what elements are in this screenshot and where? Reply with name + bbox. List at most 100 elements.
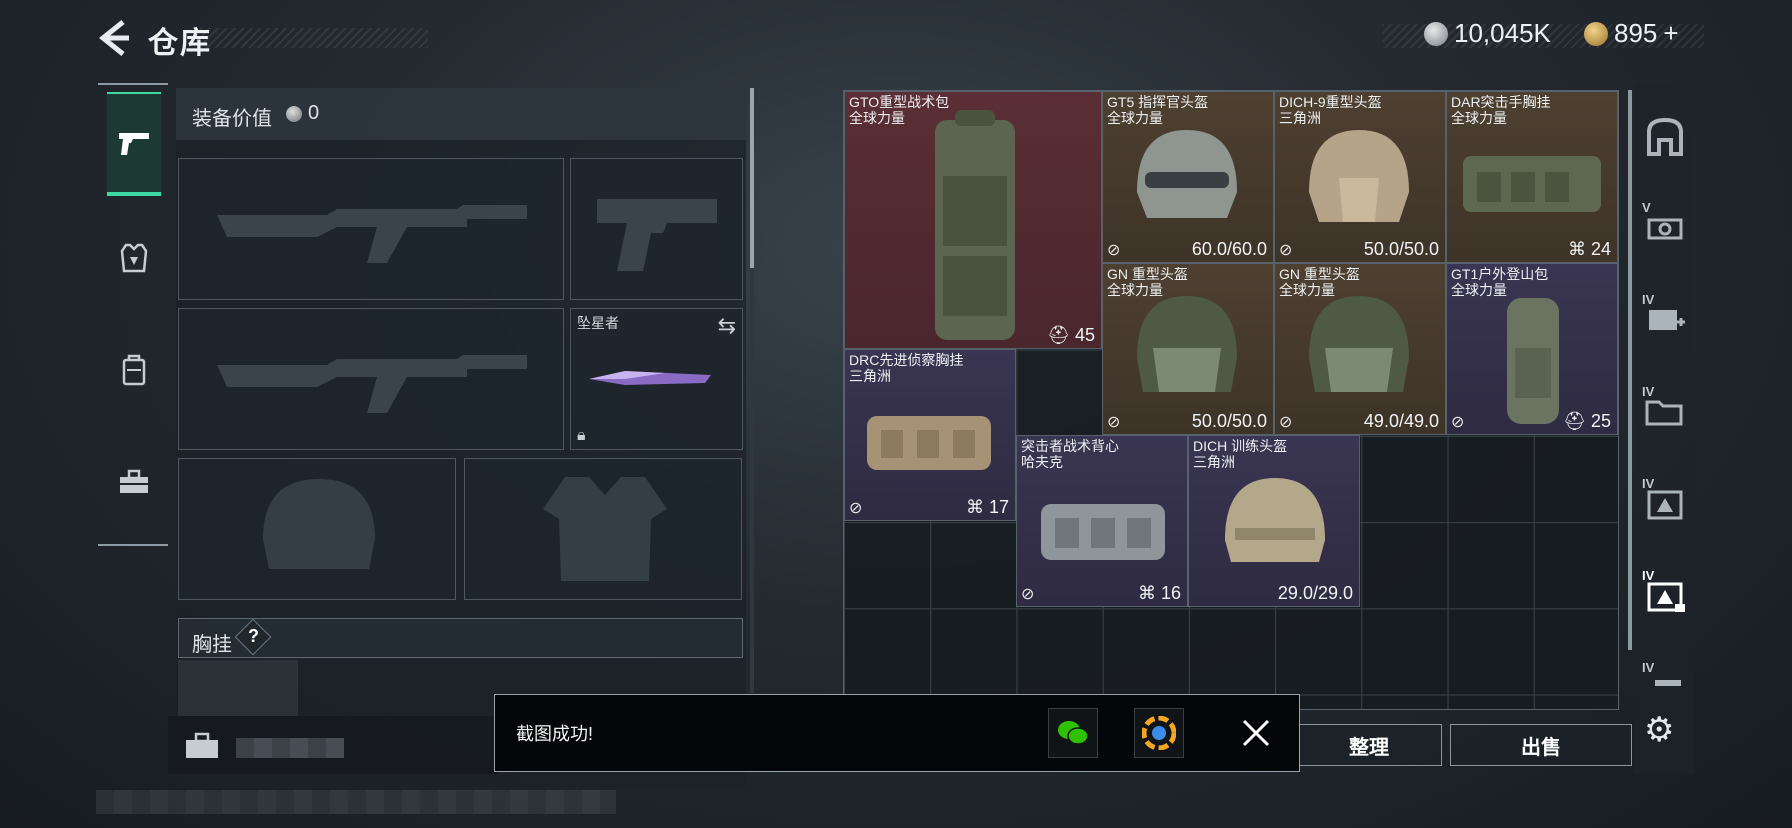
equipment-scrollbar-thumb[interactable] bbox=[750, 88, 754, 268]
melee-slot[interactable]: 坠星者 ⇆ 🔒︎ bbox=[570, 308, 743, 450]
inventory-item[interactable]: 突击者战术背心 哈夫克 ⊘ ⌘ 16 bbox=[1016, 435, 1188, 607]
wechat-icon bbox=[1058, 721, 1089, 745]
tab-weapons[interactable] bbox=[107, 92, 161, 196]
body-armor-slot[interactable] bbox=[464, 458, 742, 600]
inventory-item[interactable]: GT1户外登山包 全球力量 ⊘ ⛑︎ 25 bbox=[1446, 263, 1618, 435]
secondary-weapon-slot[interactable] bbox=[570, 158, 743, 300]
no-repair-icon: ⊘ bbox=[1451, 414, 1465, 431]
item-durability: 50.0/50.0 bbox=[1363, 239, 1439, 259]
item-value: ⛑︎ 25 bbox=[1563, 411, 1611, 431]
storage-tab-4e[interactable]: IV bbox=[1640, 660, 1690, 698]
swap-icon[interactable]: ⇆ bbox=[718, 313, 736, 339]
item-name: DICH-9重型头盔 bbox=[1279, 94, 1382, 110]
safe-box-tab[interactable] bbox=[1640, 112, 1690, 162]
rifle-silhouette-icon bbox=[217, 205, 527, 263]
tab-supplies[interactable] bbox=[107, 430, 161, 534]
silver-currency: 10,045K bbox=[1424, 18, 1551, 49]
page-title: 仓库 bbox=[148, 27, 212, 60]
title-decoration bbox=[200, 28, 428, 48]
inventory-scrollbar[interactable] bbox=[1628, 90, 1632, 650]
inventory-item[interactable]: GN 重型头盔 全球力量 ⊘ 49.0/49.0 bbox=[1274, 263, 1446, 435]
inventory-item[interactable]: DAR突击手胸挂 全球力量 ⌘ 24 bbox=[1446, 91, 1618, 263]
item-durability: 50.0/50.0 bbox=[1191, 411, 1267, 431]
wechat-share-button[interactable] bbox=[1048, 708, 1098, 758]
tab-backpack[interactable] bbox=[107, 318, 161, 422]
scope-icon bbox=[1647, 218, 1683, 240]
item-value-text: 45 bbox=[1074, 325, 1095, 345]
inventory-item[interactable]: DICH-9重型头盔 三角洲 ⊘ 50.0/50.0 bbox=[1274, 91, 1446, 263]
storage-tab-4d[interactable]: IV bbox=[1640, 568, 1690, 620]
inventory-item[interactable]: GTO重型战术包 全球力量 ⛑︎ 45 bbox=[844, 91, 1102, 349]
gold-currency[interactable]: 895 + bbox=[1584, 18, 1679, 49]
gold-coin-icon bbox=[1584, 21, 1608, 46]
no-repair-icon: ⊘ bbox=[1279, 414, 1293, 431]
item-faction: 三角洲 bbox=[849, 368, 891, 384]
folder-icon bbox=[1645, 400, 1683, 426]
backpack-icon bbox=[1507, 298, 1559, 424]
melee-slot-name: 坠星者 bbox=[577, 315, 619, 331]
inventory-item[interactable]: GT5 指挥官头盔 全球力量 ⊘ 60.0/60.0 bbox=[1102, 91, 1274, 263]
armor-box-icon bbox=[1647, 490, 1683, 520]
obscured-area bbox=[96, 790, 616, 814]
tab-column-top-rule bbox=[98, 83, 168, 85]
armor-box-locked-icon bbox=[1647, 582, 1685, 612]
chest-rig-label: 胸挂 bbox=[192, 634, 232, 656]
tactical-vest-icon bbox=[1041, 504, 1165, 560]
toast-message: 截图成功! bbox=[516, 724, 594, 744]
tab-equipment[interactable] bbox=[107, 206, 161, 310]
item-name: 突击者战术背心 bbox=[1021, 438, 1119, 454]
inventory-item[interactable]: DICH 训练头盔 三角洲 29.0/29.0 bbox=[1188, 435, 1360, 607]
knife-icon bbox=[589, 371, 711, 385]
tab-column-bottom-rule bbox=[98, 544, 168, 546]
item-value-text: 24 bbox=[1590, 239, 1611, 259]
photo-edit-button[interactable] bbox=[1134, 708, 1184, 758]
lock-icon: 🔒︎ bbox=[577, 427, 586, 444]
gear-icon[interactable]: ⚙ bbox=[1644, 710, 1684, 750]
silver-coin-icon bbox=[1424, 21, 1448, 46]
pistol-silhouette-icon bbox=[597, 199, 717, 271]
chest-rig-slot[interactable] bbox=[178, 660, 298, 716]
armor-silhouette-icon bbox=[543, 477, 667, 581]
secondary-rifle-slot[interactable] bbox=[178, 308, 564, 450]
level-label: IV bbox=[1642, 476, 1655, 491]
level-label: V bbox=[1642, 200, 1651, 215]
item-value: ⌘ 24 bbox=[1567, 239, 1611, 259]
no-repair-icon: ⊘ bbox=[1021, 586, 1035, 603]
item-name: DRC先进侦察胸挂 bbox=[849, 352, 964, 368]
organize-button[interactable]: 整理 bbox=[1296, 724, 1442, 766]
no-repair-icon: ⊘ bbox=[1107, 242, 1121, 259]
item-value: ⌘ 17 bbox=[965, 497, 1009, 517]
level-label: IV bbox=[1642, 292, 1655, 307]
storage-tab-5[interactable]: V bbox=[1640, 200, 1690, 252]
sell-button[interactable]: 出售 bbox=[1450, 724, 1632, 766]
helmet-icon bbox=[1309, 130, 1409, 222]
backpack-icon bbox=[122, 354, 146, 386]
bag-icon bbox=[186, 732, 218, 758]
rifle-silhouette-icon bbox=[217, 355, 527, 413]
toolbox-icon bbox=[120, 469, 148, 493]
helmet-slot[interactable] bbox=[178, 458, 456, 600]
inventory-item[interactable]: DRC先进侦察胸挂 三角洲 ⊘ ⌘ 17 bbox=[844, 349, 1016, 521]
primary-weapon-slot[interactable] bbox=[178, 158, 564, 300]
item-value-text: 25 bbox=[1590, 411, 1611, 431]
no-repair-icon: ⊘ bbox=[1107, 414, 1121, 431]
chest-rig-icon bbox=[1463, 156, 1601, 212]
item-durability: 29.0/29.0 bbox=[1277, 583, 1353, 603]
inventory-item[interactable]: GN 重型头盔 全球力量 ⊘ 50.0/50.0 bbox=[1102, 263, 1274, 435]
chest-rig-icon bbox=[867, 416, 991, 470]
medkit-add-icon bbox=[1649, 310, 1685, 330]
level-label: IV bbox=[1642, 384, 1655, 399]
storage-tab-4a[interactable]: IV bbox=[1640, 292, 1690, 344]
storage-tab-4c[interactable]: IV bbox=[1640, 476, 1690, 528]
helmet-icon bbox=[1309, 296, 1409, 392]
close-icon[interactable] bbox=[1236, 713, 1276, 753]
pistol-icon bbox=[119, 133, 149, 155]
backpack-icon bbox=[935, 110, 1015, 340]
no-repair-icon: ⊘ bbox=[1279, 242, 1293, 259]
no-repair-icon: ⊘ bbox=[849, 500, 863, 517]
storage-tab-4b[interactable]: IV bbox=[1640, 384, 1690, 436]
add-gold-button[interactable]: + bbox=[1663, 18, 1678, 49]
item-faction: 全球力量 bbox=[1451, 110, 1507, 126]
back-arrow-icon[interactable] bbox=[95, 18, 131, 58]
help-icon[interactable]: ? bbox=[248, 626, 259, 647]
